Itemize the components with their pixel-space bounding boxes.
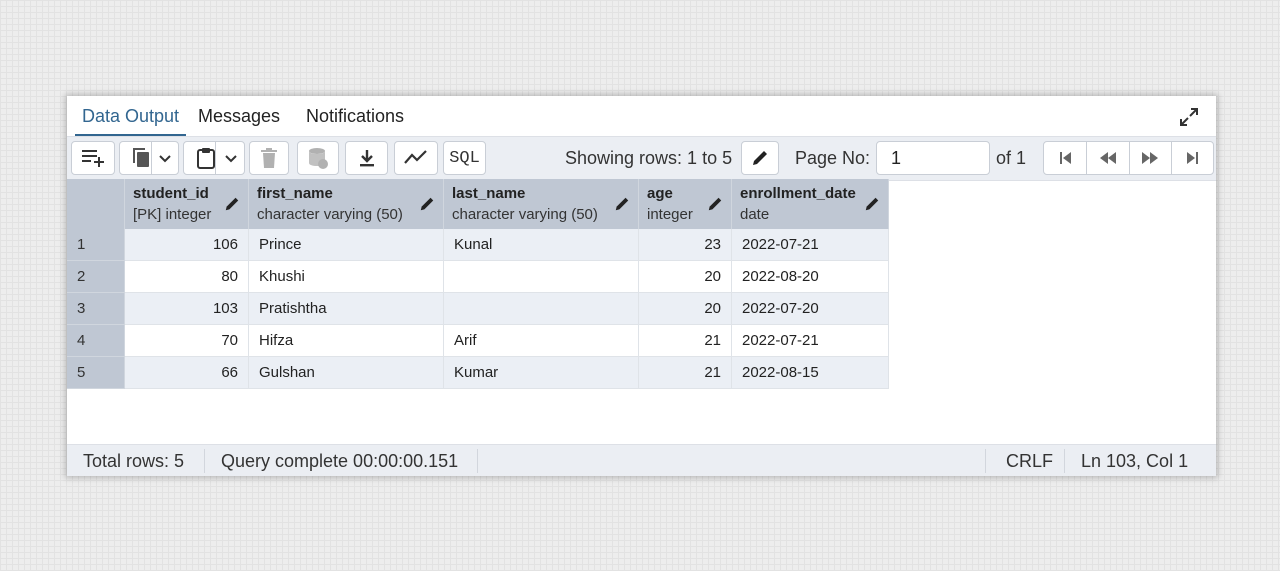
cell-first-name[interactable]: Khushi [249, 261, 444, 293]
copy-button-group[interactable] [119, 141, 179, 175]
delete-button[interactable] [249, 141, 289, 175]
pencil-icon[interactable] [224, 196, 240, 212]
chevron-down-icon[interactable] [158, 152, 172, 166]
pencil-icon[interactable] [614, 196, 630, 212]
edit-rows-button[interactable] [741, 141, 779, 175]
cell-first-name[interactable]: Pratishtha [249, 293, 444, 325]
cell-last-name[interactable] [444, 293, 639, 325]
cell-enrollment-date[interactable]: 2022-08-20 [732, 261, 889, 293]
graph-icon [404, 150, 427, 164]
column-name: student_id [133, 185, 209, 202]
column-name: age [647, 185, 673, 202]
graph-visualiser-button[interactable] [394, 141, 438, 175]
cell-last-name[interactable]: Kunal [444, 229, 639, 261]
add-row-icon [82, 150, 104, 167]
cell-student-id[interactable]: 70 [125, 325, 249, 357]
query-status-label: Query complete 00:00:00.151 [221, 451, 459, 471]
page-number-input[interactable] [876, 141, 990, 175]
row-number[interactable]: 2 [67, 261, 125, 293]
cell-last-name[interactable]: Kumar [444, 357, 639, 389]
pencil-icon [753, 151, 767, 165]
cell-first-name[interactable]: Prince [249, 229, 444, 261]
next-page-icon[interactable] [1140, 150, 1160, 166]
row-number[interactable]: 1 [67, 229, 125, 261]
tab-data-output[interactable]: Data Output [75, 96, 186, 136]
column-type: date [740, 206, 770, 223]
page-count-label: of 1 [996, 148, 1027, 168]
previous-page-icon[interactable] [1098, 150, 1118, 166]
status-bar: Total rows: 5 Query complete 00:00:00.15… [67, 444, 1216, 476]
tab-bar: Data Output Messages Notifications [67, 96, 1216, 136]
sql-button[interactable]: SQL [443, 141, 486, 175]
cell-age[interactable]: 20 [639, 293, 732, 325]
row-number-header[interactable] [67, 179, 125, 229]
cell-enrollment-date[interactable]: 2022-07-21 [732, 229, 889, 261]
column-header-student-id[interactable]: student_id [PK] integer [125, 179, 249, 229]
total-rows-label: Total rows: 5 [83, 451, 185, 471]
column-header-last-name[interactable]: last_name character varying (50) [444, 179, 639, 229]
column-name: last_name [452, 185, 526, 202]
add-row-button[interactable] [71, 141, 115, 175]
download-button[interactable] [345, 141, 388, 175]
save-data-button[interactable] [297, 141, 339, 175]
tab-messages[interactable]: Messages [195, 96, 283, 136]
cell-age[interactable]: 23 [639, 229, 732, 261]
cell-age[interactable]: 21 [639, 357, 732, 389]
column-header-first-name[interactable]: first_name character varying (50) [249, 179, 444, 229]
pencil-icon[interactable] [419, 196, 435, 212]
cell-age[interactable]: 21 [639, 325, 732, 357]
showing-rows-label: Showing rows: 1 to 5 [565, 148, 733, 168]
column-name: first_name [257, 185, 333, 202]
column-type: character varying (50) [452, 206, 598, 223]
pencil-icon[interactable] [864, 196, 880, 212]
cell-age[interactable]: 20 [639, 261, 732, 293]
line-ending-label: CRLF [1006, 451, 1054, 471]
pagination-buttons [1043, 141, 1214, 175]
cell-enrollment-date[interactable]: 2022-08-15 [732, 357, 889, 389]
chevron-down-icon[interactable] [224, 152, 238, 166]
row-number[interactable]: 4 [67, 325, 125, 357]
delete-icon [261, 148, 277, 168]
cell-first-name[interactable]: Hifza [249, 325, 444, 357]
tab-notifications[interactable]: Notifications [300, 96, 410, 136]
row-number[interactable]: 3 [67, 293, 125, 325]
column-header-enrollment-date[interactable]: enrollment_date date [732, 179, 889, 229]
column-type: integer [647, 206, 693, 223]
save-data-icon [309, 148, 328, 169]
column-type: [PK] integer [133, 206, 212, 223]
column-type: character varying (50) [257, 206, 403, 223]
row-number[interactable]: 5 [67, 357, 125, 389]
download-icon [359, 150, 374, 167]
paste-button-group[interactable] [183, 141, 245, 175]
cell-student-id[interactable]: 106 [125, 229, 249, 261]
query-output-panel: Data Output Messages Notifications SQL S… [67, 96, 1216, 476]
column-header-age[interactable]: age integer [639, 179, 732, 229]
first-page-icon[interactable] [1058, 150, 1074, 166]
cell-last-name[interactable] [444, 261, 639, 293]
cell-enrollment-date[interactable]: 2022-07-20 [732, 293, 889, 325]
cursor-position-label: Ln 103, Col 1 [1081, 451, 1189, 471]
last-page-icon[interactable] [1184, 150, 1200, 166]
cell-first-name[interactable]: Gulshan [249, 357, 444, 389]
page-no-label: Page No: [795, 148, 871, 168]
column-name: enrollment_date [740, 185, 856, 202]
pencil-icon[interactable] [707, 196, 723, 212]
cell-student-id[interactable]: 66 [125, 357, 249, 389]
cell-last-name[interactable]: Arif [444, 325, 639, 357]
cell-student-id[interactable]: 80 [125, 261, 249, 293]
data-toolbar: SQL Showing rows: 1 to 5 Page No: of 1 [67, 136, 1216, 181]
expand-icon[interactable] [1178, 106, 1200, 128]
cell-enrollment-date[interactable]: 2022-07-21 [732, 325, 889, 357]
cell-student-id[interactable]: 103 [125, 293, 249, 325]
